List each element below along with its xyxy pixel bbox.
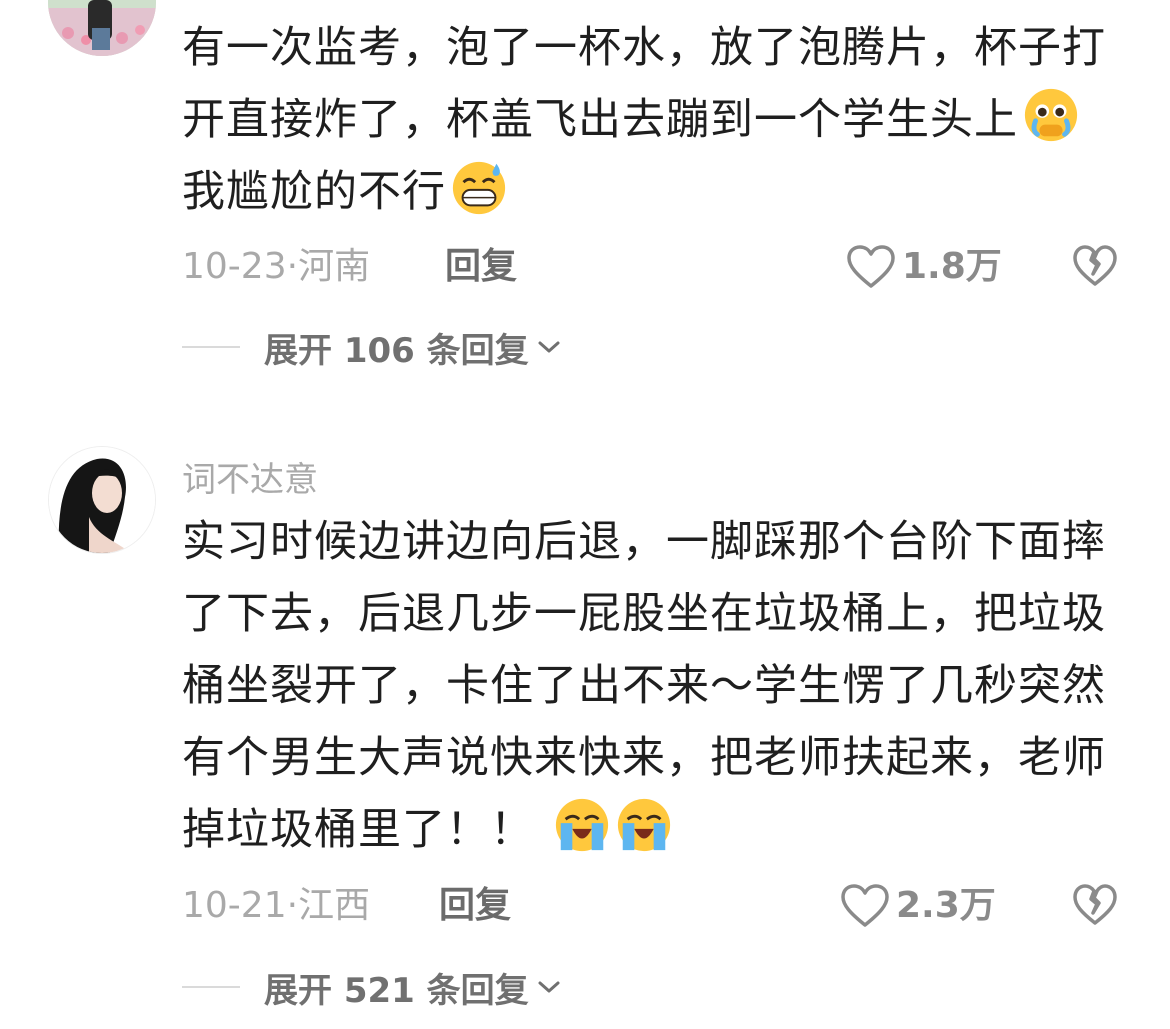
- comment-meta: 10-21·江西 回复 2.3万: [182, 881, 1122, 931]
- username[interactable]: 词不达意: [182, 452, 318, 501]
- expand-replies-label: 展开 106 条回复: [264, 330, 529, 371]
- divider-line: [182, 986, 240, 988]
- like-count: 2.3万: [896, 885, 996, 926]
- comment-meta: 10-23·河南 回复 1.8万: [182, 242, 1122, 292]
- reply-button[interactable]: 回复: [439, 881, 511, 931]
- reply-button[interactable]: 回复: [445, 242, 517, 292]
- grinning-sweat-face-emoji: [450, 158, 508, 216]
- loudly-crying-face-emoji: [553, 796, 611, 854]
- comment-date-location: 10-23·河南: [182, 246, 371, 287]
- like-count: 1.8万: [902, 246, 1002, 287]
- broken-heart-icon[interactable]: [1072, 883, 1118, 927]
- comment-item: 有一次监考，泡了一杯水，放了泡腾片，杯子打开直接炸了，杯盖飞出去蹦到一个学生头上…: [0, 0, 1170, 388]
- broken-heart-icon[interactable]: [1072, 244, 1118, 288]
- heart-icon: [847, 245, 895, 288]
- comment-text: 有一次监考，泡了一杯水，放了泡腾片，杯子打开直接炸了，杯盖飞出去蹦到一个学生头上…: [182, 23, 1106, 217]
- heart-icon: [841, 884, 889, 927]
- comment-date-location: 10-21·江西: [182, 885, 371, 926]
- pleading-crying-face-emoji: [1022, 86, 1080, 144]
- like-button[interactable]: 1.8万: [846, 242, 1002, 292]
- divider-line: [182, 346, 240, 348]
- comment-text: 实习时候边讲边向后退，一脚踩那个台阶下面摔了下去，后退几步一屁股坐在垃圾桶上，把…: [182, 517, 1106, 855]
- user-avatar[interactable]: [48, 0, 156, 56]
- chevron-down-icon: [538, 981, 560, 993]
- user-avatar[interactable]: [48, 446, 156, 554]
- expand-replies-label: 展开 521 条回复: [264, 970, 529, 1011]
- expand-replies-button[interactable]: 展开 521 条回复: [182, 962, 561, 1012]
- comment-item: 词不达意 实习时候边讲边向后退，一脚踩那个台阶下面摔了下去，后退几步一屁股坐在垃…: [0, 444, 1170, 1029]
- loudly-crying-face-emoji: [615, 796, 673, 854]
- expand-replies-button[interactable]: 展开 106 条回复: [182, 322, 561, 372]
- like-button[interactable]: 2.3万: [840, 881, 996, 931]
- chevron-down-icon: [538, 341, 560, 353]
